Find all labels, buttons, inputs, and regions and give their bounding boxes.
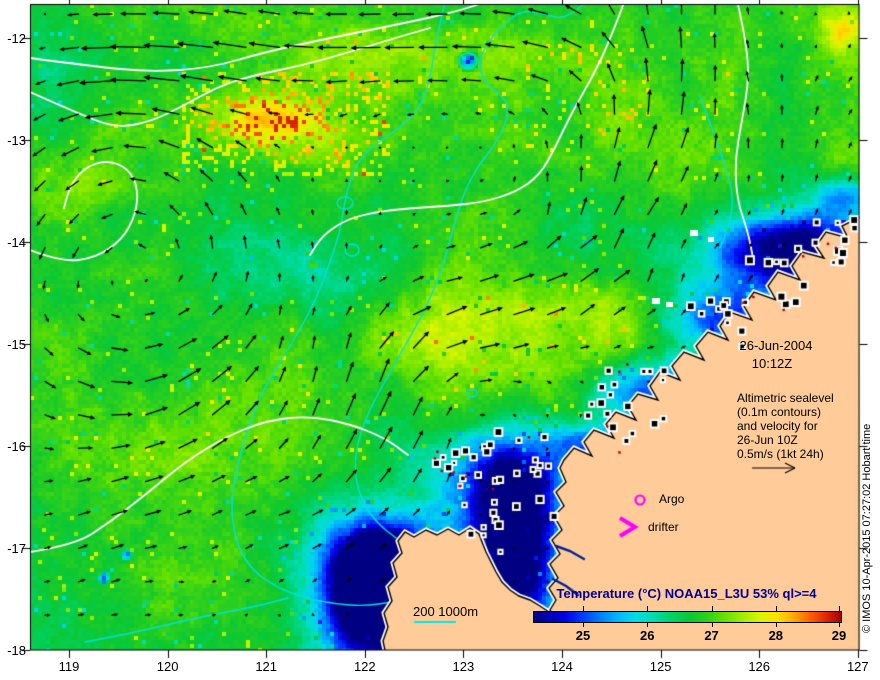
isobath-scale-label: 200 1000m	[413, 604, 479, 619]
x-tick-label-121: 121	[255, 659, 278, 674]
colorbar-tick-label-26: 26	[640, 628, 655, 643]
argo-label: Argo	[659, 492, 685, 506]
colorbar-tick-label-28: 28	[768, 628, 784, 643]
altimetric-line: 26-Jun 10Z	[737, 433, 798, 447]
y-tick-label--12: -12	[7, 31, 26, 46]
altimetric-legend: Altimetric sealevel (0.1m contours) and …	[737, 391, 834, 461]
y-tick-label--15: -15	[7, 337, 26, 352]
x-tick-label-125: 125	[649, 659, 672, 674]
colorbar-tick	[775, 606, 777, 611]
valid-date-label: 26-Jun-2004	[739, 338, 813, 353]
colorbar-tick	[711, 622, 713, 627]
x-tick-label-127: 127	[846, 659, 869, 674]
x-tick-label-124: 124	[551, 659, 573, 674]
colorbar-tick-label-29: 29	[831, 628, 847, 643]
y-tick-label--18: -18	[7, 643, 26, 658]
y-tick-label--17: -17	[7, 541, 26, 556]
y-tick-label--14: -14	[7, 235, 26, 250]
valid-time-label: 10:12Z	[751, 356, 793, 371]
sst-map-figure: 26-Jun-2004 10:12Z Altimetric sealevel (…	[0, 0, 880, 680]
altimetric-line: Altimetric sealevel	[737, 391, 834, 405]
colorbar-tick-label-27: 27	[704, 628, 719, 643]
colorbar-tick	[583, 606, 585, 611]
drifter-label: drifter	[648, 520, 679, 534]
colorbar-tick	[711, 606, 713, 611]
colorbar-title: Temperature (°C) NOAA15_L3U 53% ql>=4	[556, 586, 817, 601]
altimetric-line: and velocity for	[737, 419, 818, 433]
y-tick-label--16: -16	[7, 439, 26, 454]
x-tick-label-126: 126	[748, 659, 771, 674]
altimetric-line: 0.5m/s (1kt 24h)	[737, 447, 824, 461]
x-tick-label-122: 122	[353, 659, 376, 674]
copyright-text: © IMOS 10-Apr-2015 07:27:02 Hobart time	[861, 423, 873, 633]
colorbar-gradient	[533, 611, 842, 623]
colorbar-tick	[583, 622, 585, 627]
colorbar-tick	[775, 622, 777, 627]
x-tick-label-119: 119	[58, 659, 80, 674]
colorbar-tick	[647, 622, 649, 627]
colorbar-tick	[839, 606, 840, 611]
colorbar-tick-label-25: 25	[575, 628, 591, 643]
x-tick-label-120: 120	[156, 659, 179, 674]
x-tick-label-123: 123	[452, 659, 475, 674]
y-tick-label--13: -13	[7, 133, 26, 148]
altimetric-line: (0.1m contours)	[737, 405, 822, 419]
colorbar-tick	[839, 622, 840, 627]
colorbar-tick	[647, 606, 649, 611]
